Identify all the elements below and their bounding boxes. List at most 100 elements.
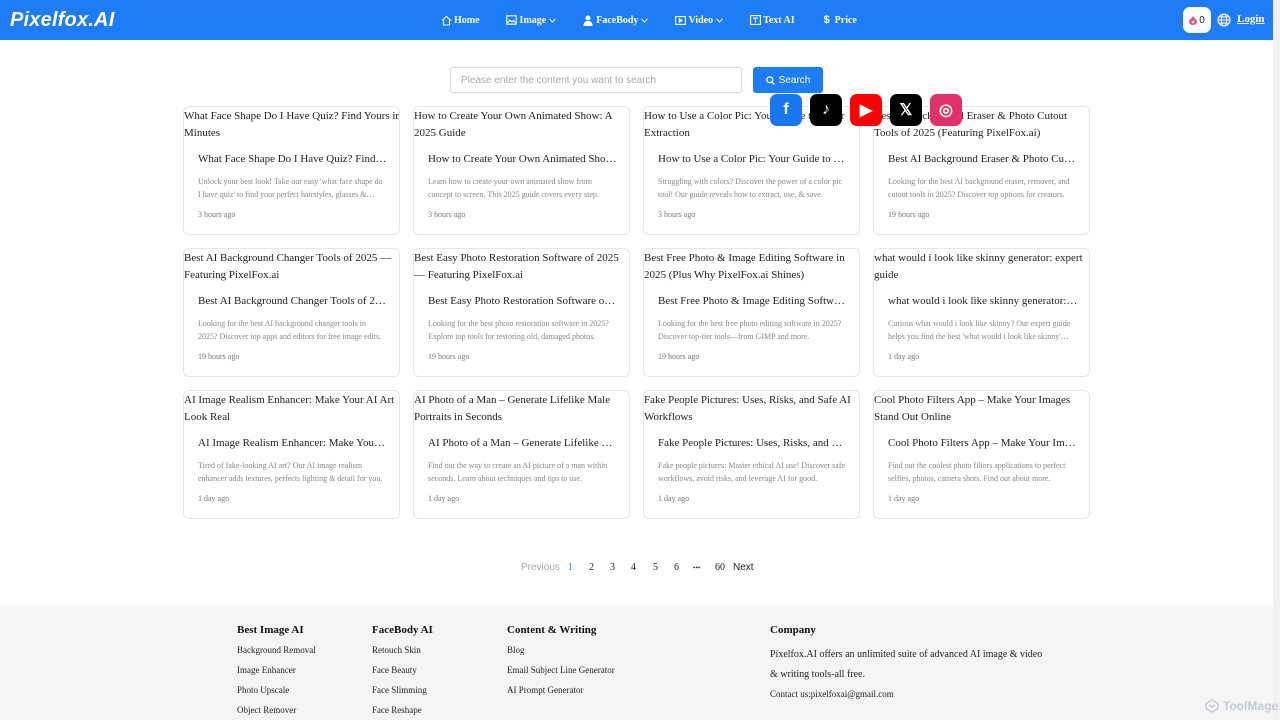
footer-link[interactable]: Retouch Skin [372,645,433,665]
nav-price[interactable]: $ Price [821,14,857,26]
footer-link[interactable]: AI Prompt Generator [507,685,615,705]
thumbnail-alt-text: AI Image Realism Enhancer: Make Your AI … [184,394,395,423]
search-button-label: Search [778,74,811,86]
search-input[interactable] [450,67,742,93]
scrollbar[interactable] [1273,0,1280,720]
pagination-page-2[interactable]: 2 [589,562,594,573]
article-title[interactable]: Best Easy Photo Restoration Software of … [428,295,618,307]
footer-link[interactable]: Email Subject Line Generator [507,665,615,685]
nav-label: Text AI [763,14,795,26]
tiktok-icon[interactable]: ♪ [810,94,842,126]
nav-facebody[interactable]: FaceBody [582,14,649,26]
pagination-previous[interactable]: Previous [521,562,560,573]
login-link[interactable]: Login [1237,13,1265,25]
article-thumbnail-broken[interactable]: AI Image Realism Enhancer: Make Your AI … [184,391,399,426]
article-card[interactable]: what would i look like skinny generator:… [873,248,1090,377]
pagination-page-3[interactable]: 3 [610,562,615,573]
article-thumbnail-broken[interactable]: Best Free Photo & Image Editing Software… [644,249,859,284]
article-time: 1 day ago [888,494,920,503]
text-ai-icon [749,14,761,26]
article-excerpt: Find out the coolest photo filters appli… [888,461,1066,483]
youtube-icon[interactable]: ▶ [850,94,882,126]
footer-column-heading: FaceBody AI [372,624,433,636]
article-card[interactable]: AI Image Realism Enhancer: Make Your AI … [183,390,400,519]
thumbnail-alt-text: Best Easy Photo Restoration Software of … [414,252,619,281]
article-card[interactable]: Fake People Pictures: Uses, Risks, and S… [643,390,860,519]
nav-text-ai[interactable]: Text AI [749,14,795,26]
article-title[interactable]: How to Create Your Own Animated Show: A … [428,153,618,165]
article-title[interactable]: What Face Shape Do I Have Quiz? Find You… [198,153,388,165]
article-title[interactable]: what would i look like skinny generator:… [888,295,1078,307]
pagination-ellipsis[interactable]: ••• [693,564,700,572]
article-card[interactable]: Best Easy Photo Restoration Software of … [413,248,630,377]
footer-link[interactable]: Face Slimming [372,685,433,705]
pagination-page-last[interactable]: 60 [715,562,725,573]
article-excerpt: Looking for the best free photo editing … [658,319,842,341]
image-icon [506,14,518,26]
credits-badge[interactable]: 0 [1183,7,1211,33]
article-excerpt: Learn how to create your own animated sh… [428,177,599,199]
nav-label: FaceBody [596,14,639,26]
footer-column-heading: Content & Writing [507,624,597,636]
article-title[interactable]: AI Photo of a Man – Generate Lifelike Ma… [428,437,618,449]
nav-image[interactable]: Image [506,14,557,26]
footer-link[interactable]: Background Removal [237,645,316,665]
logo-text: Pixelfox.AI [10,8,115,31]
article-thumbnail-broken[interactable]: AI Photo of a Man – Generate Lifelike Ma… [414,391,629,426]
pagination: Previous 1 2 3 4 5 6 ••• 60 Next [0,562,1273,576]
article-card[interactable]: Best AI Background Changer Tools of 2025… [183,248,400,377]
pagination-page-4[interactable]: 4 [631,562,636,573]
article-title[interactable]: How to Use a Color Pic: Your Guide to Co… [658,153,848,165]
article-card[interactable]: How to Create Your Own Animated Show: A … [413,106,630,235]
article-title[interactable]: Cool Photo Filters App – Make Your Image… [888,437,1078,449]
article-thumbnail-broken[interactable]: what would i look like skinny generator:… [874,249,1089,284]
article-card[interactable]: AI Photo of a Man – Generate Lifelike Ma… [413,390,630,519]
thumbnail-alt-text: Fake People Pictures: Uses, Risks, and S… [644,394,851,423]
article-thumbnail-broken[interactable]: Cool Photo Filters App – Make Your Image… [874,391,1089,426]
article-title[interactable]: AI Image Realism Enhancer: Make Your AI … [198,437,388,449]
language-globe-icon[interactable] [1217,13,1231,27]
nav-home[interactable]: Home [440,14,480,26]
article-card[interactable]: Cool Photo Filters App – Make Your Image… [873,390,1090,519]
article-title[interactable]: Best Free Photo & Image Editing Software… [658,295,848,307]
article-excerpt: Looking for the best AI background erase… [888,177,1070,199]
scrollbar-thumb[interactable] [1274,0,1279,720]
footer-column-facebody-ai: FaceBody AI Retouch Skin Face Beauty Face S… [372,624,433,720]
article-card[interactable]: What Face Shape Do I Have Quiz? Find You… [183,106,400,235]
footer-link[interactable]: Face Reshape [372,705,433,720]
pagination-page-5[interactable]: 5 [653,562,658,573]
article-thumbnail-broken[interactable]: What Face Shape Do I Have Quiz? Find You… [184,107,399,142]
footer-company: Company Pixelfox.AI offers an unlimited … [770,624,1050,699]
article-card[interactable]: Best Free Photo & Image Editing Software… [643,248,860,377]
home-icon [440,14,452,26]
article-thumbnail-broken[interactable]: Best AI Background Changer Tools of 2025… [184,249,399,284]
article-excerpt: Looking for the best AI background chang… [198,319,382,341]
article-excerpt: Unlock your best look! Take our easy 'wh… [198,177,383,199]
video-icon [674,14,686,26]
article-thumbnail-broken[interactable]: Best Easy Photo Restoration Software of … [414,249,629,284]
footer-link[interactable]: Blog [507,645,615,665]
logo[interactable]: Pixelfox.AI [10,8,114,32]
pagination-page-6[interactable]: 6 [674,562,679,573]
footer-link[interactable]: Image Enhancer [237,665,316,685]
instagram-icon[interactable]: ◎ [930,94,962,126]
facebook-icon[interactable]: f [770,94,802,126]
x-icon[interactable]: 𝕏 [890,94,922,126]
footer-link[interactable]: Face Beauty [372,665,433,685]
article-thumbnail-broken[interactable]: Fake People Pictures: Uses, Risks, and S… [644,391,859,426]
footer-contact[interactable]: Contact us:pixelfoxai@gmail.com [770,689,1050,699]
article-title[interactable]: Fake People Pictures: Uses, Risks, and S… [658,437,848,449]
pagination-next[interactable]: Next [733,562,754,573]
footer-link[interactable]: Photo Upscale [237,685,316,705]
article-excerpt: Struggling with colors? Discover the pow… [658,177,843,199]
article-title[interactable]: Best AI Background Changer Tools of 2025… [198,295,388,307]
article-title[interactable]: Best AI Background Eraser & Photo Cutout… [888,153,1078,165]
search-button[interactable]: Search [753,67,823,93]
article-thumbnail-broken[interactable]: How to Create Your Own Animated Show: A … [414,107,629,142]
pagination-page-1[interactable]: 1 [568,562,573,573]
footer-link[interactable]: Object Remover [237,705,316,720]
social-glyph: ▶ [859,102,873,119]
article-time: 1 day ago [658,494,690,503]
nav-video[interactable]: Video [674,14,723,26]
search-icon [765,75,775,85]
